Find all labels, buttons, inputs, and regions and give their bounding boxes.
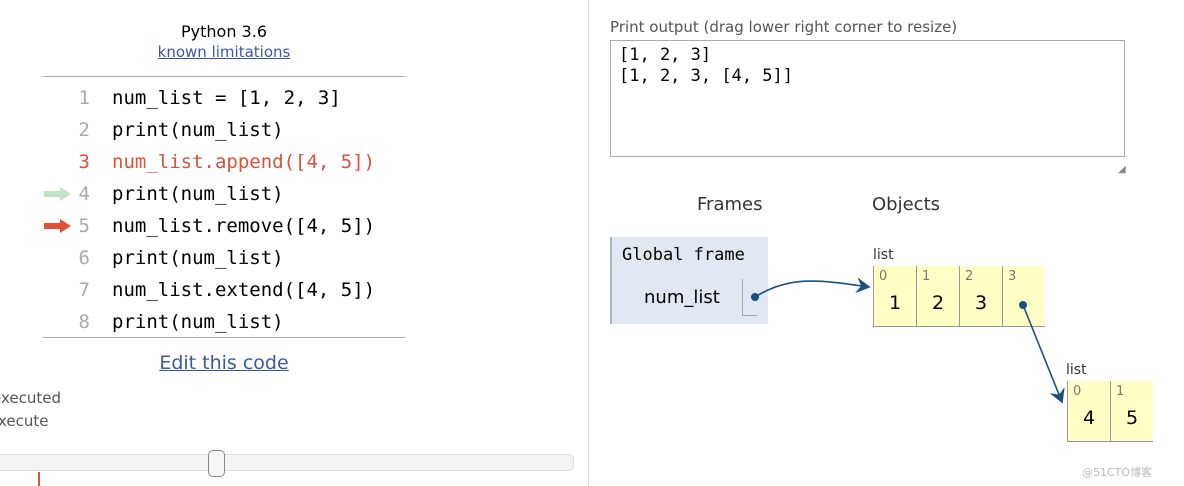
pointer-arrow (1022, 304, 1065, 404)
pointer-arrow (754, 277, 871, 298)
pointer-arrows (751, 277, 1065, 404)
watermark: @51CTO博客 (1082, 466, 1153, 479)
